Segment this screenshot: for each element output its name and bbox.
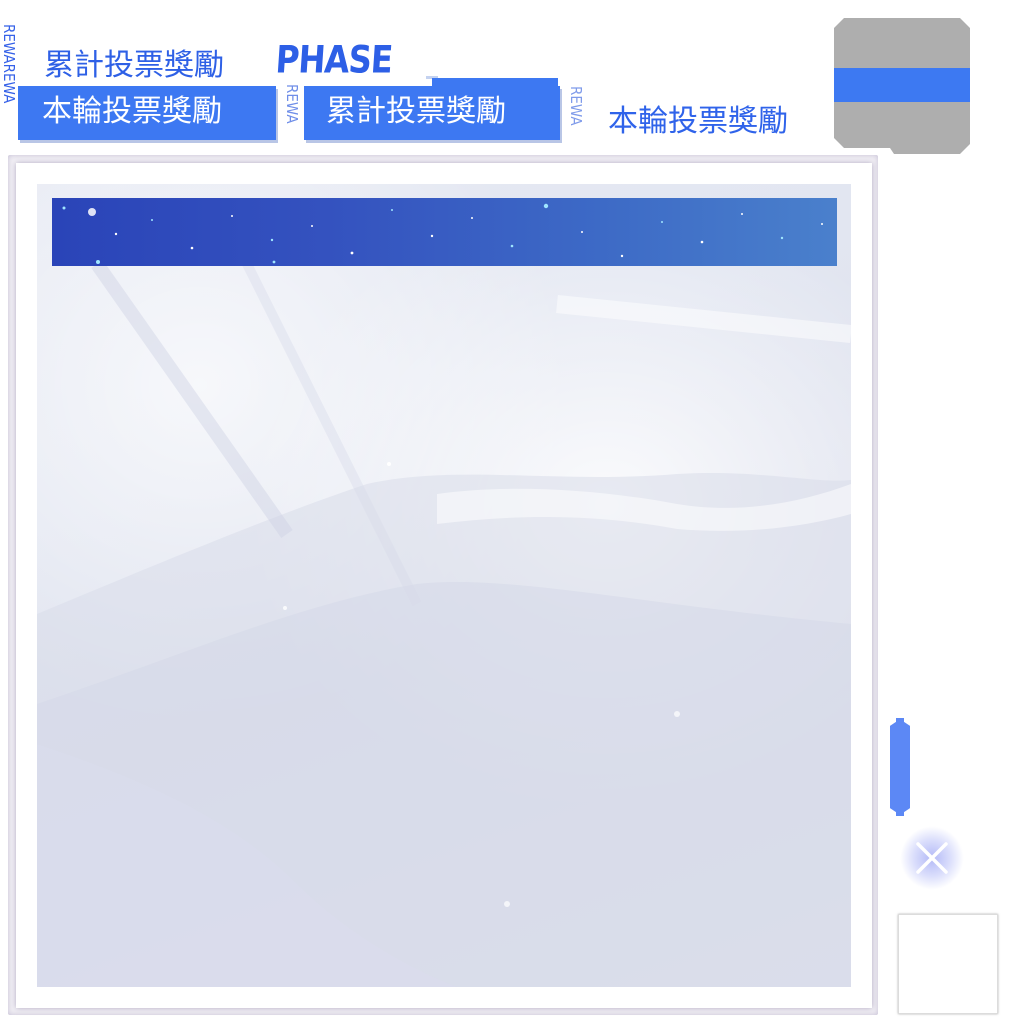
tab-side-text: REWA (283, 84, 300, 124)
tab-background-swatch (834, 18, 970, 154)
starry-header-band (52, 198, 837, 266)
tab-label-round: 本輪投票獎勵 (42, 94, 222, 129)
reward-panel-background (37, 184, 851, 987)
tab-cumulative-reward-active[interactable]: 累計投票獎勵 (304, 86, 560, 140)
tab-label-cumulative: 累計投票獎勵 (326, 94, 506, 129)
tab-side-text: REWA (567, 86, 584, 126)
close-button[interactable] (900, 826, 964, 890)
tab-side-text: REWAREWA (0, 24, 17, 104)
ice-texture-art (37, 201, 851, 987)
tab-round-reward-inactive[interactable]: 本輪投票獎勵 (608, 104, 788, 140)
tab-label-cumulative: 累計投票獎勵 (44, 48, 224, 83)
blank-slot (898, 914, 998, 1014)
phase-logo: PHASE (274, 38, 394, 82)
vote-reward-ui-sheet: REWAREWA REWA REWA 累計投票獎勵 PHASE 本輪投票獎勵 累… (0, 0, 1024, 1024)
scrollbar-thumb[interactable] (890, 718, 910, 816)
tab-round-reward-active[interactable]: 本輪投票獎勵 (18, 86, 276, 140)
swatch-blue-band (834, 68, 970, 102)
star-particles (62, 203, 823, 264)
close-x-icon (916, 842, 948, 874)
